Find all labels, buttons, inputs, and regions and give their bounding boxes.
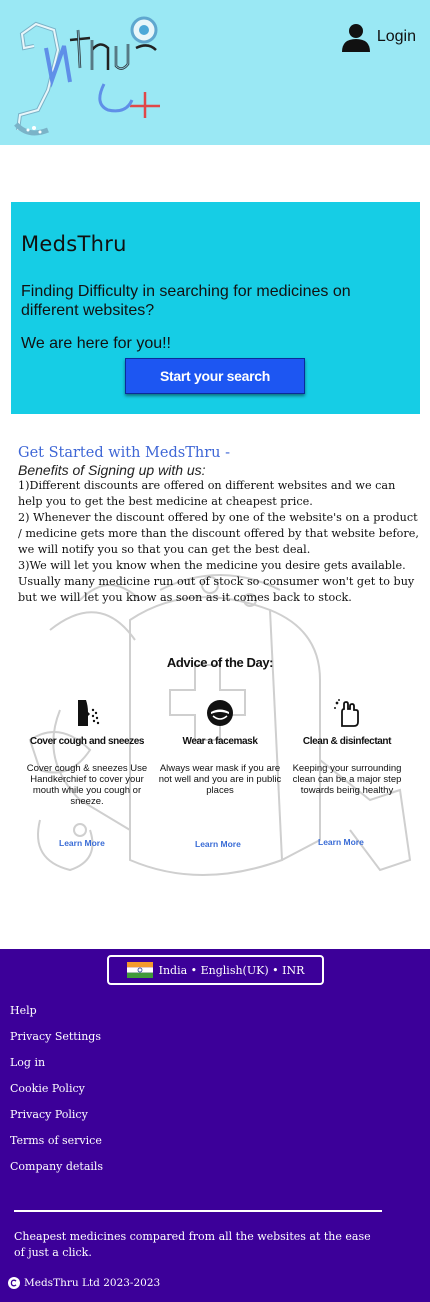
- start-search-button[interactable]: Start your search: [125, 358, 305, 394]
- india-flag-icon: [126, 962, 153, 978]
- advice-text: Always wear mask if you are not well and…: [158, 763, 282, 796]
- hero-subtitle: Finding Difficulty in searching for medi…: [21, 283, 351, 319]
- facemask-icon: [207, 700, 233, 726]
- benefit-item: 3)We will let you know when the medicine…: [18, 559, 415, 604]
- learn-more-link-cough[interactable]: Learn More: [59, 838, 105, 848]
- footer-copyright: MedsThru Ltd 2023-2023: [8, 1277, 160, 1289]
- advice-heading: Clean & disinfectant: [302, 736, 392, 747]
- copyright-icon: [8, 1277, 20, 1289]
- footer-link-privacy-settings[interactable]: Privacy Settings: [10, 1029, 103, 1055]
- advice-card-facemask: Wear a facemask Always wear mask if you …: [155, 698, 285, 796]
- user-icon: [341, 24, 370, 52]
- benefits-subtitle: Benefits of Signing up with us:: [18, 462, 206, 478]
- cough-icon: [78, 700, 100, 726]
- benefit-item: 1)Different discounts are offered on dif…: [18, 479, 396, 508]
- footer-link-terms[interactable]: Terms of service: [10, 1133, 103, 1159]
- advice-card-clean: Clean & disinfectant Keeping your surrou…: [282, 698, 412, 796]
- advice-title: Advice of the Day:: [166, 655, 274, 670]
- advice-card-cough: Cover cough and sneezes Cover cough & sn…: [22, 698, 152, 807]
- footer-link-privacy-policy[interactable]: Privacy Policy: [10, 1107, 103, 1133]
- footer-link-log-in[interactable]: Log in: [10, 1055, 103, 1081]
- clean-hand-icon: [334, 699, 359, 727]
- advice-text: Cover cough & sneezes Use Handkerchief t…: [26, 763, 148, 807]
- locale-selector[interactable]: India • English(UK) • INR: [107, 955, 324, 985]
- footer-divider: [14, 1210, 382, 1212]
- site-footer: India • English(UK) • INR Help Privacy S…: [0, 949, 430, 1302]
- advice-text: Keeping your surrounding clean can be a …: [292, 763, 402, 796]
- hero-banner: MedsThru Finding Difficulty in searching…: [11, 202, 420, 414]
- site-header: Login: [0, 0, 430, 145]
- footer-link-help[interactable]: Help: [10, 1003, 103, 1029]
- login-label: Login: [376, 28, 416, 45]
- footer-links: Help Privacy Settings Log in Cookie Poli…: [10, 1003, 103, 1185]
- hero-title: MedsThru: [21, 232, 127, 256]
- advice-heading: Cover cough and sneezes: [29, 736, 145, 747]
- footer-link-company-details[interactable]: Company details: [10, 1159, 103, 1185]
- login-button[interactable]: Login: [341, 22, 416, 52]
- medsthru-logo[interactable]: [8, 10, 168, 140]
- hero-tagline: We are here for you!!: [21, 335, 171, 352]
- benefit-item: 2) Whenever the discount offered by one …: [18, 511, 419, 556]
- copyright-text: MedsThru Ltd 2023-2023: [24, 1277, 161, 1289]
- advice-heading: Wear a facemask: [182, 736, 258, 747]
- benefits-section: Get Started with MedsThru - Benefits of …: [18, 445, 422, 606]
- footer-link-cookie-policy[interactable]: Cookie Policy: [10, 1081, 103, 1107]
- locale-label: India • English(UK) • INR: [158, 963, 305, 977]
- footer-tagline: Cheapest medicines compared from all the…: [14, 1230, 371, 1259]
- learn-more-link-clean[interactable]: Learn More: [318, 837, 364, 847]
- benefits-title: Get Started with MedsThru -: [18, 445, 230, 461]
- learn-more-link-facemask[interactable]: Learn More: [195, 839, 241, 849]
